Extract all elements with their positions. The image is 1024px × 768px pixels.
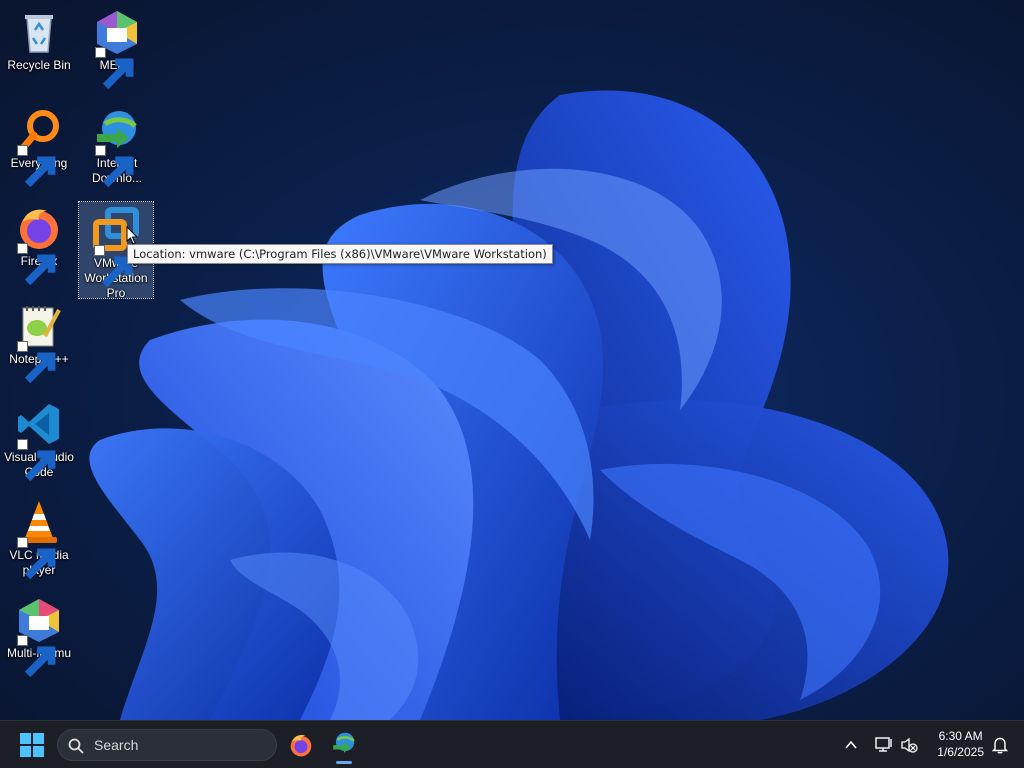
taskbar: Search 6:30 AM 1/6/2025 [0,720,1024,768]
clock-date: 1/6/2025 [937,745,984,759]
internet-download-manager-icon [93,106,141,188]
desktop-icon-label: Recycle Bin [7,58,71,72]
clock-time: 6:30 AM [938,729,983,743]
desktop-icon-notepad-plus-plus[interactable]: Notepad++ [2,298,76,384]
search-icon [68,738,84,754]
taskbar-search-box[interactable]: Search [57,729,277,761]
notepad-plus-plus-icon [15,302,63,384]
desktop-icon-vlc[interactable]: VLC media player [2,494,76,580]
taskbar-idm-button[interactable] [324,725,364,765]
shortcut-arrow-icon [17,341,56,384]
shortcut-arrow-icon [94,245,133,288]
start-button[interactable] [12,725,52,765]
desktop-icon-internet-download-manager[interactable]: Internet Downlo... [80,102,154,188]
firefox-icon [15,204,63,286]
volume-muted-icon [901,737,918,753]
running-indicator [336,761,352,764]
show-hidden-icons-button[interactable] [832,725,870,765]
vscode-icon [15,400,63,482]
desktop-icon-recycle-bin[interactable]: Recycle Bin [2,4,76,73]
location-tooltip: Location: vmware (C:\Program Files (x86)… [127,244,553,264]
notification-bell-icon [992,737,1008,754]
memu-icon [93,8,141,90]
taskbar-firefox-button[interactable] [281,725,321,765]
taskbar-clock[interactable]: 6:30 AM 1/6/2025 [937,728,984,760]
desktop-icon-memu[interactable]: MEmu [80,4,154,90]
notification-center-button[interactable] [984,725,1016,765]
desktop-icon-everything[interactable]: Everything [2,102,76,188]
shortcut-arrow-icon [95,145,134,188]
network-volume-tray-button[interactable] [870,725,922,765]
shortcut-arrow-icon [17,243,56,286]
recycle-bin-icon [15,8,63,56]
search-placeholder: Search [94,737,139,753]
shortcut-arrow-icon [17,537,56,580]
shortcut-arrow-icon [17,145,56,188]
chevron-up-icon [845,740,857,749]
desktop-icon-multi-memu[interactable]: Multi-MEmu [2,592,76,678]
internet-download-manager-icon [333,732,355,753]
network-icon [875,737,892,752]
everything-search-icon [15,106,63,188]
mouse-cursor-icon [126,226,138,245]
windows-start-icon [20,733,44,757]
shortcut-arrow-icon [17,635,56,678]
shortcut-arrow-icon [95,47,134,90]
shortcut-arrow-icon [17,439,56,482]
desktop-icon-firefox[interactable]: Firefox [2,200,76,286]
vlc-icon [15,498,63,580]
desktop-icon-vscode[interactable]: Visual Studio Code [2,396,76,482]
multi-memu-icon [15,596,63,678]
firefox-icon [290,735,312,757]
